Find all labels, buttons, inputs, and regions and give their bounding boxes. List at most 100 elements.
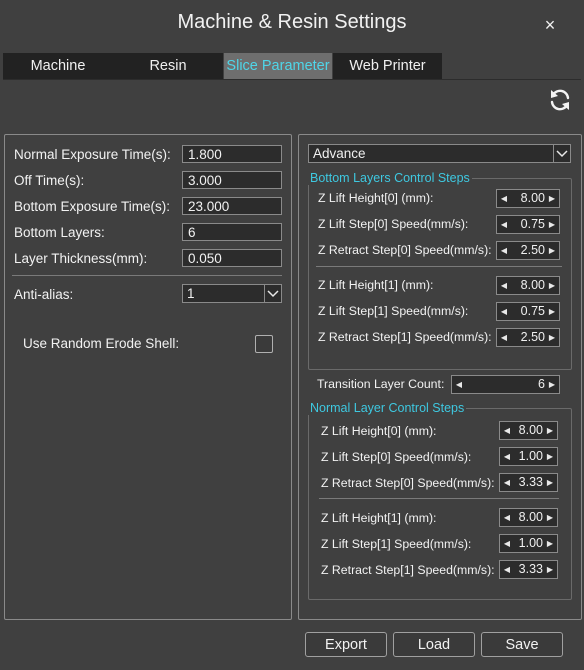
normal-z-lift-speed-0-label: Z Lift Step[0] Speed(mm/s): bbox=[321, 450, 472, 464]
bottom-z-lift-speed-1-label: Z Lift Step[1] Speed(mm/s): bbox=[318, 304, 469, 318]
off-time-label: Off Time(s): bbox=[14, 173, 85, 188]
increment-icon[interactable]: ▶ bbox=[546, 190, 558, 207]
bottom-z-retract-speed-1-spinbox[interactable]: ◀ 2.50 ▶ bbox=[496, 328, 560, 347]
spinbox-value: 8.00 bbox=[518, 510, 543, 524]
normal-z-retract-speed-0-spinbox[interactable]: ◀ 3.33 ▶ bbox=[499, 473, 558, 492]
decrement-icon[interactable]: ◀ bbox=[498, 303, 510, 320]
bottom-z-retract-speed-1-label: Z Retract Step[1] Speed(mm/s): bbox=[318, 330, 492, 344]
bottom-z-retract-speed-0-label: Z Retract Step[0] Speed(mm/s): bbox=[318, 243, 492, 257]
normal-z-lift-height-0-spinbox[interactable]: ◀ 8.00 ▶ bbox=[499, 421, 558, 440]
decrement-icon[interactable]: ◀ bbox=[501, 422, 513, 439]
bottom-exposure-field[interactable]: 23.000 bbox=[182, 197, 282, 215]
bottom-z-lift-height-0-label: Z Lift Height[0] (mm): bbox=[318, 191, 434, 205]
spinbox-value: 3.33 bbox=[518, 562, 543, 576]
refresh-icon[interactable] bbox=[546, 86, 574, 114]
bottom-z-lift-height-1-spinbox[interactable]: ◀ 8.00 ▶ bbox=[496, 276, 560, 295]
transition-layer-count-spinbox[interactable]: ◀ 6 ▶ bbox=[451, 375, 560, 394]
decrement-icon[interactable]: ◀ bbox=[498, 190, 510, 207]
bottom-layers-label: Bottom Layers: bbox=[14, 225, 105, 240]
normal-z-retract-speed-0-label: Z Retract Step[0] Speed(mm/s): bbox=[321, 476, 495, 490]
anti-alias-label: Anti-alias: bbox=[14, 287, 74, 302]
save-button[interactable]: Save bbox=[481, 632, 563, 657]
decrement-icon[interactable]: ◀ bbox=[501, 561, 513, 578]
bottom-z-lift-speed-1-spinbox[interactable]: ◀ 0.75 ▶ bbox=[496, 302, 560, 321]
mode-value: Advance bbox=[313, 146, 366, 161]
tab-resin[interactable]: Resin bbox=[113, 53, 223, 79]
spinbox-value: 1.00 bbox=[518, 449, 543, 463]
spinbox-value: 8.00 bbox=[518, 423, 543, 437]
anti-alias-select[interactable]: 1 bbox=[182, 284, 282, 303]
decrement-icon[interactable]: ◀ bbox=[498, 216, 510, 233]
increment-icon[interactable]: ▶ bbox=[544, 422, 556, 439]
normal-layers-group-title: Normal Layer Control Steps bbox=[308, 401, 467, 415]
spinbox-value: 1.00 bbox=[518, 536, 543, 550]
bottom-z-lift-height-1-label: Z Lift Height[1] (mm): bbox=[318, 278, 434, 292]
bottom-exposure-label: Bottom Exposure Time(s): bbox=[14, 199, 171, 214]
spinbox-value: 2.50 bbox=[520, 330, 545, 344]
normal-z-retract-speed-1-spinbox[interactable]: ◀ 3.33 ▶ bbox=[499, 560, 558, 579]
transition-layer-count-label: Transition Layer Count: bbox=[317, 377, 445, 391]
spinbox-value: 0.75 bbox=[520, 304, 545, 318]
decrement-icon[interactable]: ◀ bbox=[501, 509, 513, 526]
decrement-icon[interactable]: ◀ bbox=[498, 329, 510, 346]
normal-exposure-field[interactable]: 1.800 bbox=[182, 145, 282, 163]
chevron-down-icon bbox=[264, 285, 281, 302]
normal-z-lift-height-0-label: Z Lift Height[0] (mm): bbox=[321, 424, 437, 438]
bottom-z-lift-speed-0-spinbox[interactable]: ◀ 0.75 ▶ bbox=[496, 215, 560, 234]
random-erode-label: Use Random Erode Shell: bbox=[23, 336, 180, 351]
increment-icon[interactable]: ▶ bbox=[546, 277, 558, 294]
increment-icon[interactable]: ▶ bbox=[544, 561, 556, 578]
tab-machine[interactable]: Machine bbox=[3, 53, 113, 79]
normal-z-lift-speed-1-spinbox[interactable]: ◀ 1.00 ▶ bbox=[499, 534, 558, 553]
normal-z-lift-speed-1-label: Z Lift Step[1] Speed(mm/s): bbox=[321, 537, 472, 551]
tab-web-printer[interactable]: Web Printer bbox=[333, 53, 442, 79]
bottom-layers-field[interactable]: 6 bbox=[182, 223, 282, 241]
spinbox-value: 8.00 bbox=[520, 278, 545, 292]
increment-icon[interactable]: ▶ bbox=[544, 474, 556, 491]
normal-z-lift-speed-0-spinbox[interactable]: ◀ 1.00 ▶ bbox=[499, 447, 558, 466]
layer-thickness-label: Layer Thickness(mm): bbox=[14, 251, 148, 266]
increment-icon[interactable]: ▶ bbox=[546, 303, 558, 320]
normal-z-retract-speed-1-label: Z Retract Step[1] Speed(mm/s): bbox=[321, 563, 495, 577]
bottom-z-retract-speed-0-spinbox[interactable]: ◀ 2.50 ▶ bbox=[496, 241, 560, 260]
divider bbox=[12, 275, 282, 276]
chevron-down-icon bbox=[553, 145, 570, 162]
decrement-icon[interactable]: ◀ bbox=[501, 474, 513, 491]
normal-z-lift-height-1-label: Z Lift Height[1] (mm): bbox=[321, 511, 437, 525]
spinbox-value: 8.00 bbox=[520, 191, 545, 205]
bottom-layers-group-title: Bottom Layers Control Steps bbox=[308, 171, 472, 185]
window-title: Machine & Resin Settings bbox=[177, 11, 407, 33]
normal-z-lift-height-1-spinbox[interactable]: ◀ 8.00 ▶ bbox=[499, 508, 558, 527]
load-button[interactable]: Load bbox=[393, 632, 475, 657]
decrement-icon[interactable]: ◀ bbox=[453, 376, 465, 393]
spinbox-value: 3.33 bbox=[518, 475, 543, 489]
spinbox-value: 0.75 bbox=[520, 217, 545, 231]
anti-alias-value: 1 bbox=[187, 286, 195, 301]
divider bbox=[316, 266, 562, 267]
spinbox-value: 6 bbox=[538, 377, 545, 391]
tab-divider bbox=[3, 79, 581, 80]
decrement-icon[interactable]: ◀ bbox=[501, 535, 513, 552]
normal-exposure-label: Normal Exposure Time(s): bbox=[14, 147, 171, 162]
increment-icon[interactable]: ▶ bbox=[546, 376, 558, 393]
mode-select[interactable]: Advance bbox=[308, 144, 571, 163]
decrement-icon[interactable]: ◀ bbox=[498, 277, 510, 294]
increment-icon[interactable]: ▶ bbox=[546, 242, 558, 259]
increment-icon[interactable]: ▶ bbox=[546, 329, 558, 346]
increment-icon[interactable]: ▶ bbox=[544, 535, 556, 552]
off-time-field[interactable]: 3.000 bbox=[182, 171, 282, 189]
increment-icon[interactable]: ▶ bbox=[546, 216, 558, 233]
spinbox-value: 2.50 bbox=[520, 243, 545, 257]
random-erode-checkbox[interactable] bbox=[255, 335, 273, 353]
tab-slice-parameter[interactable]: Slice Parameter bbox=[224, 53, 332, 79]
close-icon[interactable]: × bbox=[538, 13, 562, 37]
bottom-z-lift-speed-0-label: Z Lift Step[0] Speed(mm/s): bbox=[318, 217, 469, 231]
layer-thickness-field[interactable]: 0.050 bbox=[182, 249, 282, 267]
bottom-z-lift-height-0-spinbox[interactable]: ◀ 8.00 ▶ bbox=[496, 189, 560, 208]
increment-icon[interactable]: ▶ bbox=[544, 448, 556, 465]
decrement-icon[interactable]: ◀ bbox=[501, 448, 513, 465]
decrement-icon[interactable]: ◀ bbox=[498, 242, 510, 259]
export-button[interactable]: Export bbox=[305, 632, 387, 657]
divider bbox=[319, 498, 559, 499]
increment-icon[interactable]: ▶ bbox=[544, 509, 556, 526]
